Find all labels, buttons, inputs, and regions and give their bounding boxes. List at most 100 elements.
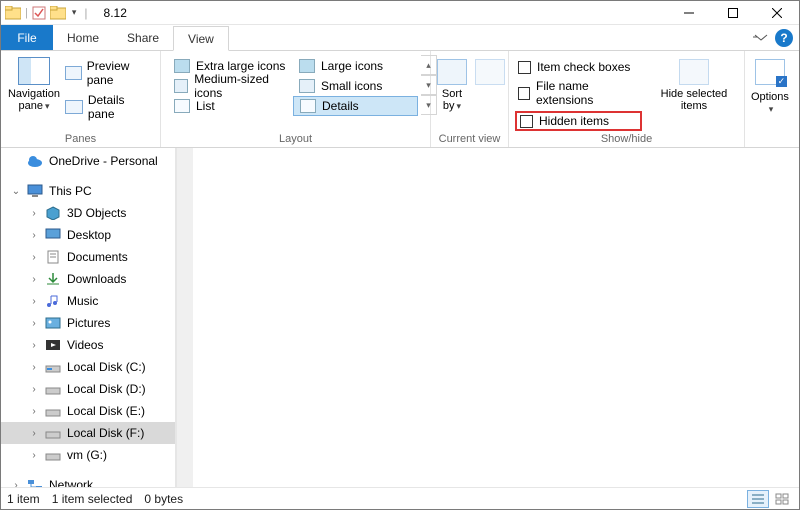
details-view-button[interactable] [747,490,769,508]
cloud-icon [27,154,43,168]
tree-documents[interactable]: › Documents [1,246,175,268]
tree-3d-objects[interactable]: › 3D Objects [1,202,175,224]
tree-thispc-label: This PC [49,184,92,198]
drive-icon [45,448,61,462]
tab-view[interactable]: View [173,26,229,51]
extra-large-icons-icon [174,59,190,73]
status-item-count: 1 item [7,492,40,506]
properties-icon[interactable] [32,6,46,20]
chevron-right-icon[interactable]: › [29,362,39,373]
drive-icon [45,404,61,418]
layout-large-label: Large icons [321,59,383,73]
chevron-right-icon[interactable]: › [29,208,39,219]
sort-icon [437,59,467,85]
thumbnails-view-button[interactable] [771,490,793,508]
options-icon [755,59,785,85]
group-options: Options▾ [745,51,799,147]
qat-dropdown-icon[interactable]: ▾ [72,7,77,18]
details-icon [300,99,316,113]
tree-scrollbar[interactable] [176,148,193,487]
layout-list-label: List [196,99,215,113]
tab-home[interactable]: Home [53,25,113,50]
chevron-right-icon[interactable]: › [29,274,39,285]
tree-desktop-label: Desktop [67,228,111,242]
layout-small[interactable]: Small icons [293,76,418,96]
chevron-right-icon[interactable]: › [29,428,39,439]
tree-disk-d[interactable]: ›Local Disk (D:) [1,378,175,400]
chevron-right-icon[interactable]: › [29,340,39,351]
layout-large[interactable]: Large icons [293,56,418,76]
chevron-down-icon[interactable]: ⌄ [11,186,21,197]
group-current-view-label: Current view [437,132,502,145]
maximize-button[interactable] [711,1,755,25]
chevron-right-icon[interactable]: › [29,384,39,395]
layout-details[interactable]: Details [293,96,418,116]
details-pane-button[interactable]: Details pane [65,93,154,121]
tree-network[interactable]: › Network [1,474,175,487]
explorer-window: | ▾ | 8.12 File Home Share View ? [0,0,800,510]
columns-button[interactable] [475,59,505,112]
sort-by-button[interactable]: Sort by▾ [437,59,467,112]
hidden-items-label: Hidden items [539,114,609,128]
tab-share[interactable]: Share [113,25,173,50]
layout-medium[interactable]: Medium-sized icons [168,76,293,96]
help-icon[interactable]: ? [775,29,793,47]
ribbon-tabs: File Home Share View ? [1,25,799,51]
close-button[interactable] [755,1,799,25]
tree-disk-f[interactable]: › Local Disk (F:) [1,422,175,444]
group-current-view: Sort by▾ Current view [431,51,509,147]
tree-3d-label: 3D Objects [67,206,126,220]
titlebar: | ▾ | 8.12 [1,1,799,25]
tree-disk-f-label: Local Disk (F:) [67,426,144,440]
checkbox-icon [518,87,530,100]
tree-disk-g[interactable]: ›vm (G:) [1,444,175,466]
minimize-ribbon-icon[interactable] [753,25,769,50]
chevron-right-icon[interactable]: › [29,318,39,329]
hidden-items-toggle[interactable]: Hidden items [515,111,642,131]
chevron-right-icon[interactable]: › [11,480,21,488]
tree-pictures[interactable]: ›Pictures [1,312,175,334]
tree-videos-label: Videos [67,338,103,352]
minimize-button[interactable] [667,1,711,25]
options-label: Options [751,91,789,103]
navigation-tree[interactable]: OneDrive - Personal ⌄ This PC › 3D Objects… [1,148,176,487]
navigation-pane-button[interactable]: Navigation pane▾ [7,55,61,112]
tree-network-label: Network [49,478,93,487]
tree-disk-e-label: Local Disk (E:) [67,404,145,418]
drive-icon [45,360,61,374]
quick-access-toolbar: | ▾ | [5,6,92,20]
ribbon: Navigation pane▾ Preview pane Details pa… [1,51,799,148]
group-showhide: Item check boxes File name extensions Hi… [509,51,745,147]
file-list-area[interactable] [193,148,799,487]
item-checkboxes-label: Item check boxes [537,60,630,74]
file-extensions-toggle[interactable]: File name extensions [515,78,642,108]
tree-onedrive[interactable]: OneDrive - Personal [1,150,175,172]
tree-disk-e[interactable]: › Local Disk (E:) [1,400,175,422]
new-folder-icon[interactable] [50,6,66,20]
item-checkboxes-toggle[interactable]: Item check boxes [515,59,642,75]
tree-desktop[interactable]: › Desktop [1,224,175,246]
chevron-right-icon[interactable]: › [29,230,39,241]
preview-pane-icon [65,66,82,80]
hide-selected-label: Hide selected items [650,88,738,112]
chevron-right-icon[interactable]: › [29,296,39,307]
videos-icon [45,338,61,352]
tree-videos[interactable]: › Videos [1,334,175,356]
hide-selected-button[interactable]: Hide selected items [650,59,738,112]
tree-thispc[interactable]: ⌄ This PC [1,180,175,202]
tab-file[interactable]: File [1,25,53,50]
group-layout-label: Layout [167,132,424,145]
documents-icon [45,250,61,264]
tree-disk-c[interactable]: ›Local Disk (C:) [1,356,175,378]
drive-icon [45,382,61,396]
tree-music[interactable]: ›Music [1,290,175,312]
tree-downloads[interactable]: ›Downloads [1,268,175,290]
preview-pane-button[interactable]: Preview pane [65,59,154,87]
options-button[interactable]: Options▾ [751,55,789,115]
tree-documents-label: Documents [67,250,128,264]
chevron-right-icon[interactable]: › [29,406,39,417]
chevron-right-icon[interactable]: › [29,252,39,263]
layout-details-label: Details [322,99,359,113]
layout-list[interactable]: List [168,96,293,116]
chevron-right-icon[interactable]: › [29,450,39,461]
